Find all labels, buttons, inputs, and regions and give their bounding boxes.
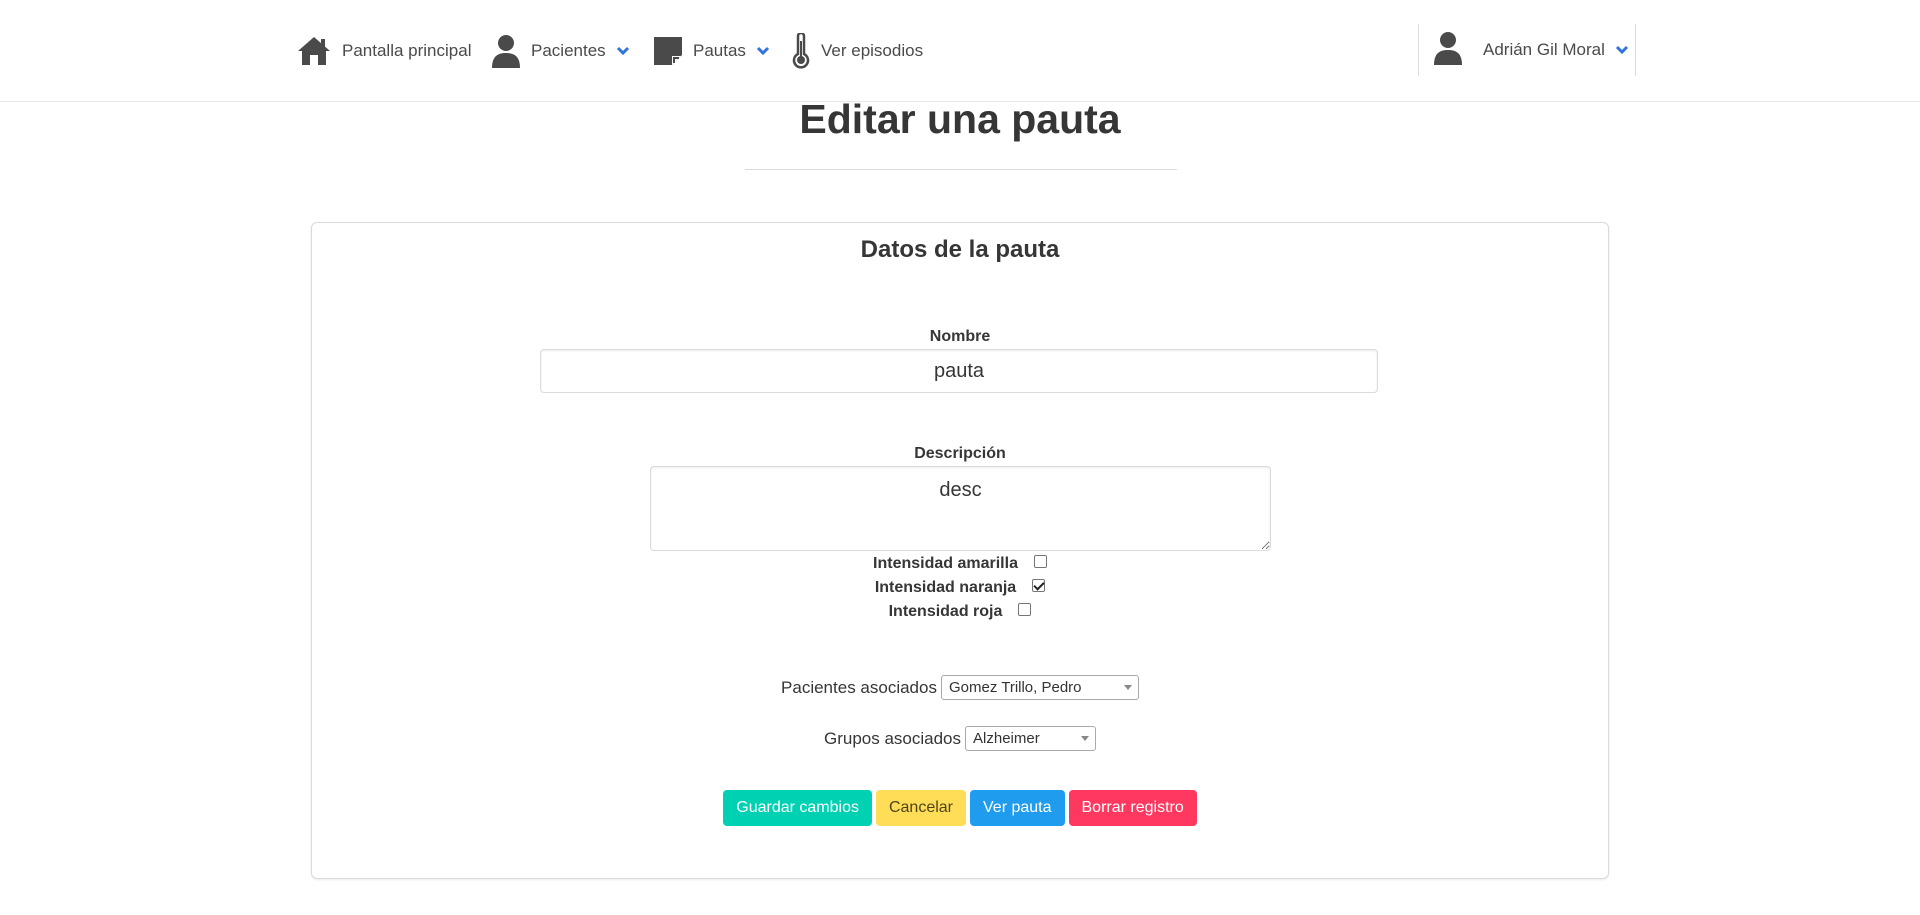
intensidad-amarilla-checkbox[interactable] bbox=[1033, 554, 1047, 568]
nav-pautas-dropdown[interactable]: Pautas bbox=[653, 0, 770, 101]
nav-home-label: Pantalla principal bbox=[342, 40, 472, 60]
nav-pautas-label: Pautas bbox=[693, 40, 746, 60]
top-navbar: Pantalla principal Pacientes Pautas Ver … bbox=[0, 0, 1920, 102]
borrar-registro-button[interactable]: Borrar registro bbox=[1068, 790, 1197, 826]
form-actions: Guardar cambios Cancelar Ver pauta Borra… bbox=[312, 790, 1608, 826]
intensidad-roja-row: Intensidad roja bbox=[312, 602, 1608, 621]
descripcion-label: Descripción bbox=[914, 445, 1006, 462]
page-title: Editar una pauta bbox=[799, 96, 1121, 142]
pacientes-asociados-label: Pacientes asociados bbox=[781, 677, 937, 697]
nombre-field[interactable] bbox=[540, 349, 1378, 393]
user-icon bbox=[491, 34, 521, 68]
thermometer-icon bbox=[791, 32, 811, 69]
nav-episodios-label: Ver episodios bbox=[821, 40, 924, 60]
nav-episodios-link[interactable]: Ver episodios bbox=[791, 0, 923, 101]
ver-pauta-button[interactable]: Ver pauta bbox=[970, 790, 1065, 826]
home-icon bbox=[296, 35, 332, 67]
intensidad-roja-checkbox[interactable] bbox=[1018, 602, 1032, 616]
chevron-down-icon bbox=[1615, 45, 1629, 55]
grupos-asociados-select[interactable]: Alzheimer bbox=[965, 726, 1097, 751]
intensidad-amarilla-row: Intensidad amarilla bbox=[312, 554, 1608, 573]
chevron-down-icon bbox=[756, 46, 770, 56]
user-menu-dropdown[interactable]: Adrián Gil Moral bbox=[1418, 24, 1636, 76]
note-icon bbox=[653, 36, 683, 66]
nombre-label: Nombre bbox=[929, 328, 991, 345]
dropdown-arrow-icon bbox=[1081, 736, 1090, 741]
nav-pacientes-label: Pacientes bbox=[531, 40, 606, 60]
intensidad-naranja-row: Intensidad naranja bbox=[312, 578, 1608, 597]
nav-home-link[interactable]: Pantalla principal bbox=[296, 0, 471, 101]
grupos-asociados-label: Grupos asociados bbox=[823, 728, 962, 748]
pacientes-selected-value: Gomez Trillo, Pedro bbox=[948, 679, 1082, 696]
cancelar-button[interactable]: Cancelar bbox=[875, 790, 966, 826]
nav-pacientes-dropdown[interactable]: Pacientes bbox=[491, 0, 630, 101]
descripcion-field[interactable]: desc bbox=[650, 466, 1271, 551]
guardar-cambios-button[interactable]: Guardar cambios bbox=[723, 790, 872, 826]
intensidad-amarilla-label: Intensidad amarilla bbox=[873, 555, 1018, 572]
user-icon bbox=[1433, 31, 1463, 70]
intensidad-roja-label: Intensidad roja bbox=[888, 603, 1003, 620]
intensidad-naranja-label: Intensidad naranja bbox=[874, 579, 1017, 596]
pacientes-asociados-select[interactable]: Gomez Trillo, Pedro bbox=[940, 675, 1139, 700]
form-section-title: Datos de la pauta bbox=[860, 236, 1060, 263]
dropdown-arrow-icon bbox=[1123, 685, 1132, 690]
grupos-selected-value: Alzheimer bbox=[973, 730, 1040, 747]
user-name: Adrián Gil Moral bbox=[1483, 40, 1605, 59]
pauta-form-card: Datos de la pauta Nombre Descripción des… bbox=[311, 222, 1609, 879]
intensidad-naranja-checkbox[interactable] bbox=[1032, 578, 1046, 592]
title-divider bbox=[745, 169, 1177, 170]
grupos-asociados-row: Grupos asociados Alzheimer bbox=[312, 726, 1608, 751]
chevron-down-icon bbox=[616, 46, 630, 56]
pacientes-asociados-row: Pacientes asociados Gomez Trillo, Pedro bbox=[312, 675, 1608, 700]
